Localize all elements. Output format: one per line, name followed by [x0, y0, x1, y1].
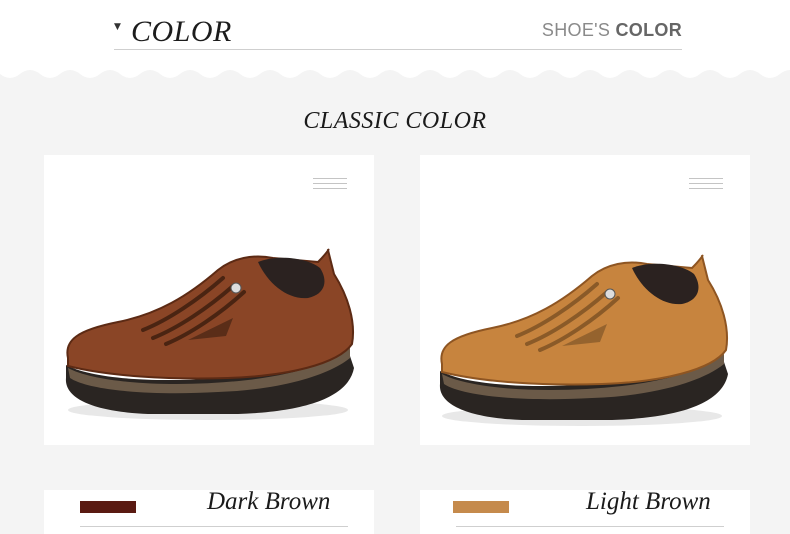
header-subtitle-prefix: SHOE'S — [541, 20, 611, 40]
color-name-dark-brown: Dark Brown — [207, 488, 331, 515]
menu-lines-icon — [689, 178, 723, 192]
header-title-row: ▼ COLOR SHOE'S COLOR — [114, 14, 682, 50]
section-title: CLASSIC COLOR — [303, 108, 487, 134]
header-subtitle: SHOE'S COLOR — [542, 20, 682, 41]
color-name-light-brown: Light Brown — [586, 488, 711, 515]
header-title: COLOR — [131, 15, 232, 48]
header-subtitle-strong: COLOR — [615, 20, 682, 40]
triangle-down-icon: ▼ — [114, 22, 121, 32]
wavy-divider — [0, 70, 790, 84]
shoe-image-dark-brown — [65, 248, 354, 420]
label-divider — [456, 526, 724, 527]
menu-lines-icon — [313, 178, 347, 192]
shoe-image-light-brown — [439, 254, 728, 426]
color-swatch-dark-brown — [80, 501, 136, 513]
label-divider — [80, 526, 348, 527]
page-header: ▼ COLOR SHOE'S COLOR — [0, 0, 790, 80]
color-swatch-light-brown — [453, 501, 509, 513]
